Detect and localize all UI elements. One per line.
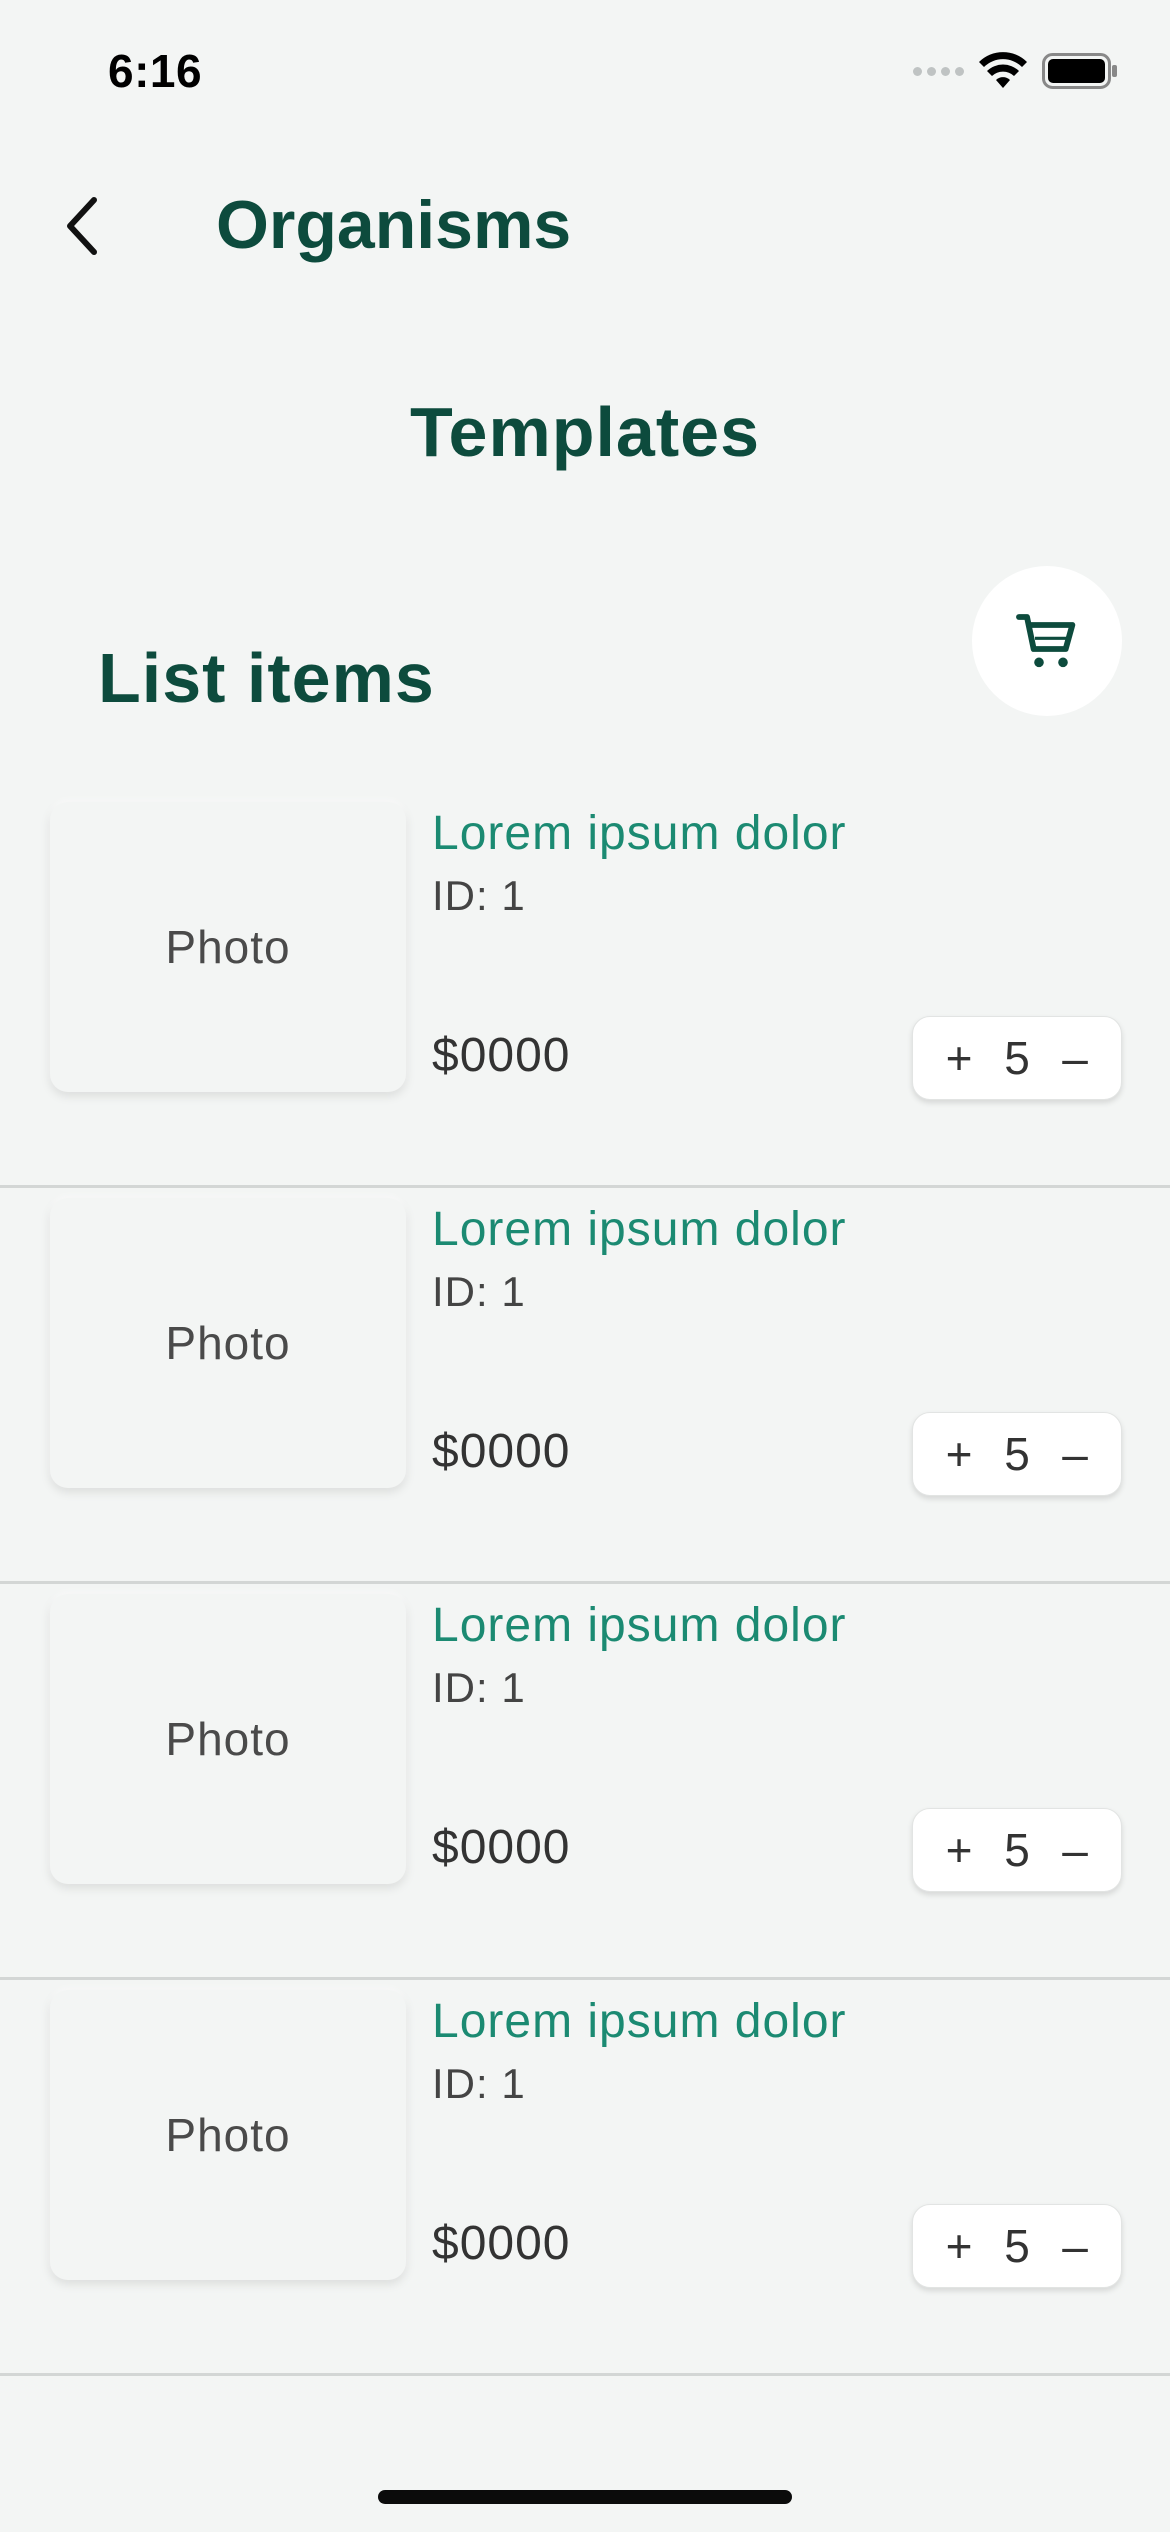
list-item[interactable]: Photo Lorem ipsum dolor ID: 1 $0000 + 5 …: [0, 1584, 1170, 1980]
quantity-stepper: + 5 –: [912, 2204, 1122, 2288]
chevron-left-icon: [67, 197, 97, 255]
item-title: Lorem ipsum dolor: [432, 1995, 847, 2048]
quantity-stepper: + 5 –: [912, 1016, 1122, 1100]
screen: 6:16 Organisms Templates List items Phot…: [0, 0, 1170, 2532]
item-title: Lorem ipsum dolor: [432, 1599, 847, 1652]
increment-button[interactable]: +: [939, 2219, 979, 2273]
decrement-button[interactable]: –: [1055, 1823, 1095, 1877]
item-photo: Photo: [50, 1990, 406, 2280]
cart-button[interactable]: [972, 566, 1122, 716]
status-time: 6:16: [108, 45, 203, 97]
item-id: ID: 1: [432, 1664, 526, 1711]
list-item[interactable]: Photo Lorem ipsum dolor ID: 1 $0000 + 5 …: [0, 1980, 1170, 2376]
decrement-button[interactable]: –: [1055, 1031, 1095, 1085]
decrement-button[interactable]: –: [1055, 1427, 1095, 1481]
quantity-stepper: + 5 –: [912, 1412, 1122, 1496]
item-id: ID: 1: [432, 2060, 526, 2107]
item-title: Lorem ipsum dolor: [432, 1203, 847, 1256]
increment-button[interactable]: +: [939, 1427, 979, 1481]
shopping-cart-icon: [1016, 614, 1076, 668]
home-indicator[interactable]: [378, 2490, 792, 2504]
item-id: ID: 1: [432, 1268, 526, 1315]
item-price: $0000: [432, 1425, 571, 1478]
status-icons: [913, 52, 1118, 90]
quantity-value: 5: [1004, 1824, 1030, 1876]
item-photo: Photo: [50, 1198, 406, 1488]
item-price: $0000: [432, 1821, 571, 1874]
quantity-value: 5: [1004, 1032, 1030, 1084]
decrement-button[interactable]: –: [1055, 2219, 1095, 2273]
items-list: Photo Lorem ipsum dolor ID: 1 $0000 + 5 …: [0, 792, 1170, 2376]
increment-button[interactable]: +: [939, 1823, 979, 1877]
item-photo: Photo: [50, 802, 406, 1092]
item-price: $0000: [432, 2217, 571, 2270]
nav-title: Organisms: [216, 187, 572, 263]
page-title: Templates: [409, 393, 761, 471]
section-heading: List items: [98, 639, 435, 717]
quantity-value: 5: [1004, 2220, 1030, 2272]
item-price: $0000: [432, 1029, 571, 1082]
item-title: Lorem ipsum dolor: [432, 807, 847, 860]
increment-button[interactable]: +: [939, 1031, 979, 1085]
battery-icon: [1042, 53, 1117, 89]
back-button[interactable]: [52, 186, 112, 266]
item-photo: Photo: [50, 1594, 406, 1884]
quantity-value: 5: [1004, 1428, 1030, 1480]
list-item[interactable]: Photo Lorem ipsum dolor ID: 1 $0000 + 5 …: [0, 792, 1170, 1188]
list-item[interactable]: Photo Lorem ipsum dolor ID: 1 $0000 + 5 …: [0, 1188, 1170, 1584]
wifi-icon: [979, 52, 1027, 88]
signal-icon: [913, 66, 964, 76]
item-id: ID: 1: [432, 872, 526, 919]
quantity-stepper: + 5 –: [912, 1808, 1122, 1892]
